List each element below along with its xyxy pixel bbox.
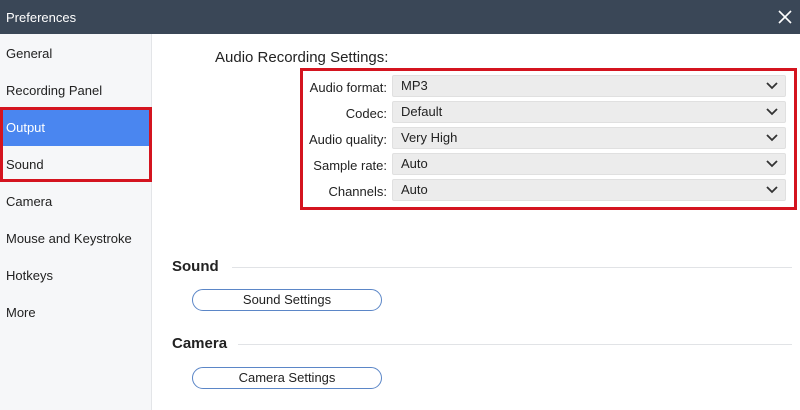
sound-settings-button[interactable]: Sound Settings (192, 289, 382, 311)
channels-select[interactable]: Auto (392, 179, 786, 201)
channels-label: Channels: (328, 184, 387, 199)
chevron-down-icon (765, 133, 779, 143)
channels-value: Auto (401, 182, 428, 197)
audio-format-label: Audio format: (309, 80, 387, 95)
chevron-down-icon (765, 107, 779, 117)
audio-quality-label: Audio quality: (308, 132, 387, 147)
sidebar-item-more[interactable]: More (0, 295, 151, 331)
chevron-down-icon (765, 185, 779, 195)
title-bar: Preferences (0, 0, 800, 34)
sidebar-item-hotkeys[interactable]: Hotkeys (0, 258, 151, 294)
codec-select[interactable]: Default (392, 101, 786, 123)
sidebar-item-output[interactable]: Output (0, 110, 151, 146)
camera-settings-button[interactable]: Camera Settings (192, 367, 382, 389)
sidebar-item-sound[interactable]: Sound (0, 147, 151, 183)
window-title: Preferences (6, 10, 77, 25)
audio-quality-select[interactable]: Very High (392, 127, 786, 149)
codec-value: Default (401, 104, 443, 119)
sample-rate-label: Sample rate: (313, 158, 387, 173)
sample-rate-value: Auto (401, 156, 428, 171)
audio-quality-value: Very High (401, 130, 458, 145)
sample-rate-select[interactable]: Auto (392, 153, 786, 175)
close-icon[interactable] (776, 8, 794, 26)
audio-settings-heading: Audio Recording Settings: (215, 49, 389, 66)
camera-section-title: Camera (172, 335, 228, 352)
sidebar: General Recording Panel Output Sound Cam… (0, 34, 152, 410)
sidebar-item-mouse-and-keystroke[interactable]: Mouse and Keystroke (0, 221, 151, 257)
sidebar-item-recording-panel[interactable]: Recording Panel (0, 73, 151, 109)
sound-section-title: Sound (172, 258, 219, 275)
camera-section-divider (238, 344, 792, 345)
chevron-down-icon (765, 159, 779, 169)
audio-format-value: MP3 (401, 78, 428, 93)
audio-format-select[interactable]: MP3 (392, 75, 786, 97)
sidebar-item-camera[interactable]: Camera (0, 184, 151, 220)
sidebar-item-general[interactable]: General (0, 36, 151, 72)
codec-label: Codec: (345, 106, 387, 121)
sound-section-divider (232, 267, 792, 268)
chevron-down-icon (765, 81, 779, 91)
